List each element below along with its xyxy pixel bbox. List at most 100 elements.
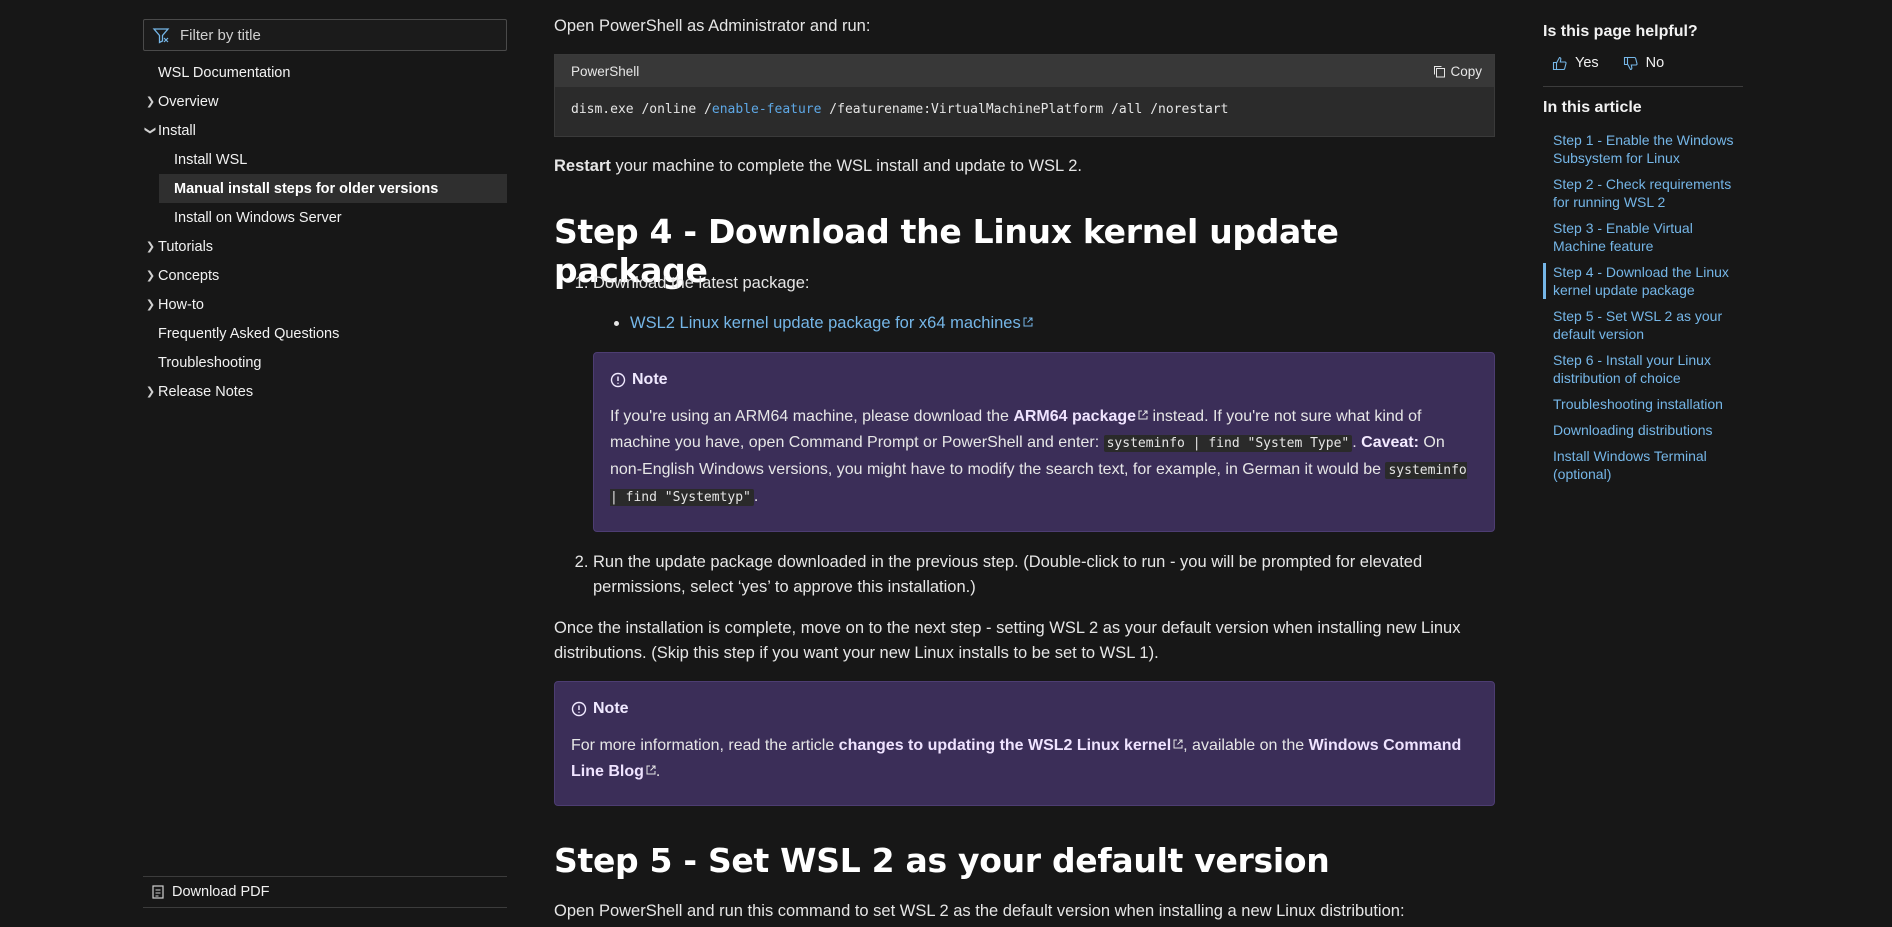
kernel-changes-link[interactable]: changes to updating the WSL2 Linux kerne…: [839, 737, 1183, 754]
nav-item-label: How-to: [158, 296, 204, 313]
toc-item-troubleshooting[interactable]: Troubleshooting installation: [1543, 395, 1743, 413]
nav-item-overview[interactable]: ❯ Overview: [143, 87, 507, 116]
chevron-right-icon: ❯: [145, 299, 156, 311]
nav-item-install[interactable]: ❯ Install: [143, 116, 507, 145]
no-label: No: [1645, 55, 1665, 71]
restart-bold: Restart: [554, 157, 611, 175]
nav-item-release-notes[interactable]: ❯ Release Notes: [143, 377, 507, 406]
chevron-right-icon: ❯: [145, 270, 156, 282]
step4-sublist-item: WSL2 Linux kernel update package for x64…: [630, 311, 1495, 336]
kernel-package-link[interactable]: WSL2 Linux kernel update package for x64…: [630, 314, 1033, 332]
nav-item-label: Release Notes: [158, 383, 254, 400]
intro-text: Open PowerShell as Administrator and run…: [554, 17, 871, 35]
toc-item-step5[interactable]: Step 5 - Set WSL 2 as your default versi…: [1543, 307, 1743, 343]
arm64-package-link-text: ARM64 package: [1013, 408, 1137, 425]
toc-item-terminal[interactable]: Install Windows Terminal (optional): [1543, 447, 1743, 483]
nav-item-label: Install on Windows Server: [174, 209, 342, 226]
note-body: If you're using an ARM64 machine, please…: [610, 404, 1478, 511]
note-title: Note: [571, 700, 1478, 718]
thumbs-down-icon: [1623, 56, 1638, 70]
yes-label: Yes: [1575, 55, 1599, 71]
code-part: /featurename:VirtualMachinePlatform /all…: [821, 102, 1229, 117]
copy-button[interactable]: Copy: [1433, 64, 1482, 79]
info-icon: [610, 372, 626, 388]
note-text: , available on the: [1183, 737, 1309, 754]
nav-item-manual-install[interactable]: Manual install steps for older versions: [159, 174, 507, 203]
toc-item-step2[interactable]: Step 2 - Check requirements for running …: [1543, 175, 1743, 211]
nav-item-faq[interactable]: Frequently Asked Questions: [143, 319, 507, 348]
external-link-icon: [1173, 739, 1183, 749]
step4-item-2-text: Run the update package downloaded in the…: [593, 553, 1423, 596]
code-header: PowerShell Copy: [555, 55, 1494, 87]
kernel-changes-link-text: changes to updating the WSL2 Linux kerne…: [838, 737, 1172, 754]
arm64-package-link[interactable]: ARM64 package: [1013, 408, 1148, 425]
filter-box[interactable]: [143, 19, 507, 51]
nav-item-wsl-documentation[interactable]: WSL Documentation: [143, 58, 507, 87]
nav-item-label: Overview: [158, 93, 219, 110]
note-title-text: Note: [593, 700, 629, 717]
no-button[interactable]: No: [1623, 55, 1665, 71]
nav-item-label: Frequently Asked Questions: [158, 325, 340, 342]
restart-text: Restart your machine to complete the WSL…: [554, 154, 1082, 179]
note-text: If you're using an ARM64 machine, please…: [610, 408, 1014, 425]
toc-item-step1[interactable]: Step 1 - Enable the Windows Subsystem fo…: [1543, 131, 1743, 167]
step5-intro: Open PowerShell and run this command to …: [554, 902, 1405, 920]
chevron-right-icon: ❯: [145, 386, 156, 398]
external-link-icon: [646, 765, 656, 775]
helpful-title: Is this page helpful?: [1543, 23, 1698, 40]
nav-item-troubleshooting[interactable]: Troubleshooting: [143, 348, 507, 377]
code-keyword: enable-feature: [711, 102, 822, 117]
nav-item-install-windows-server[interactable]: Install on Windows Server: [159, 203, 507, 232]
code-text[interactable]: dism.exe /online /enable-feature /featur…: [555, 87, 1494, 132]
note-text: .: [1352, 434, 1362, 451]
toc-item-downloading[interactable]: Downloading distributions: [1543, 421, 1743, 439]
nav-item-label: Install: [158, 122, 196, 139]
copy-icon: [1434, 65, 1446, 77]
code-language: PowerShell: [571, 63, 640, 79]
in-this-article-heading: In this article: [1543, 99, 1642, 116]
pdf-icon: [152, 885, 164, 899]
divider: [1543, 86, 1743, 87]
note-text: .: [655, 763, 661, 780]
chevron-down-icon: ❯: [144, 125, 156, 136]
nav-item-concepts[interactable]: ❯ Concepts: [143, 261, 507, 290]
helpful-buttons: Yes No: [1552, 55, 1664, 71]
main-content: Open PowerShell as Administrator and run…: [554, 0, 1495, 927]
toc-item-step6[interactable]: Step 6 - Install your Linux distribution…: [1543, 351, 1743, 387]
note-body: For more information, read the article c…: [571, 733, 1478, 785]
caveat-label: Caveat:: [1361, 434, 1419, 451]
chevron-right-icon: ❯: [145, 241, 156, 253]
note-title-text: Note: [632, 371, 668, 388]
step4-item-1: Download the latest package: WSL2 Linux …: [593, 271, 1495, 336]
filter-icon: [152, 28, 170, 44]
nav-item-install-wsl[interactable]: Install WSL: [159, 145, 507, 174]
step4-list-cont: Run the update package downloaded in the…: [554, 550, 1495, 600]
note-title: Note: [610, 371, 1478, 389]
nav-item-label: Manual install steps for older versions: [174, 180, 439, 197]
info-icon: [571, 701, 587, 717]
nav-item-label: WSL Documentation: [158, 64, 291, 81]
copy-label: Copy: [1450, 63, 1482, 79]
nav-item-label: Troubleshooting: [158, 354, 262, 371]
code-part: dism.exe /online /: [571, 102, 712, 117]
download-pdf-button[interactable]: Download PDF: [143, 876, 507, 908]
yes-button[interactable]: Yes: [1552, 55, 1599, 71]
inline-code: systeminfo | find "System Type": [1103, 435, 1353, 452]
step4-list: Download the latest package: WSL2 Linux …: [554, 271, 1495, 336]
nav-item-label: Concepts: [158, 267, 220, 284]
nav-item-label: Install WSL: [174, 151, 248, 168]
kernel-package-link-text: WSL2 Linux kernel update package for x64…: [630, 314, 1021, 332]
external-link-icon: [1138, 410, 1148, 420]
step4-item-2: Run the update package downloaded in the…: [593, 550, 1495, 600]
chevron-right-icon: ❯: [145, 96, 156, 108]
toc-item-step4[interactable]: Step 4 - Download the Linux kernel updat…: [1543, 263, 1743, 299]
once-complete-text: Once the installation is complete, move …: [554, 619, 1461, 662]
nav-item-how-to[interactable]: ❯ How-to: [143, 290, 507, 319]
restart-rest: your machine to complete the WSL install…: [610, 157, 1082, 175]
filter-input[interactable]: [180, 26, 480, 44]
code-block: PowerShell Copy dism.exe /online /enable…: [554, 54, 1495, 137]
toc-item-step3[interactable]: Step 3 - Enable Virtual Machine feature: [1543, 219, 1743, 255]
nav-item-tutorials[interactable]: ❯ Tutorials: [143, 232, 507, 261]
note-arm64: Note If you're using an ARM64 machine, p…: [593, 352, 1495, 532]
nav-tree: WSL Documentation ❯ Overview ❯ Install Ins…: [143, 58, 507, 406]
